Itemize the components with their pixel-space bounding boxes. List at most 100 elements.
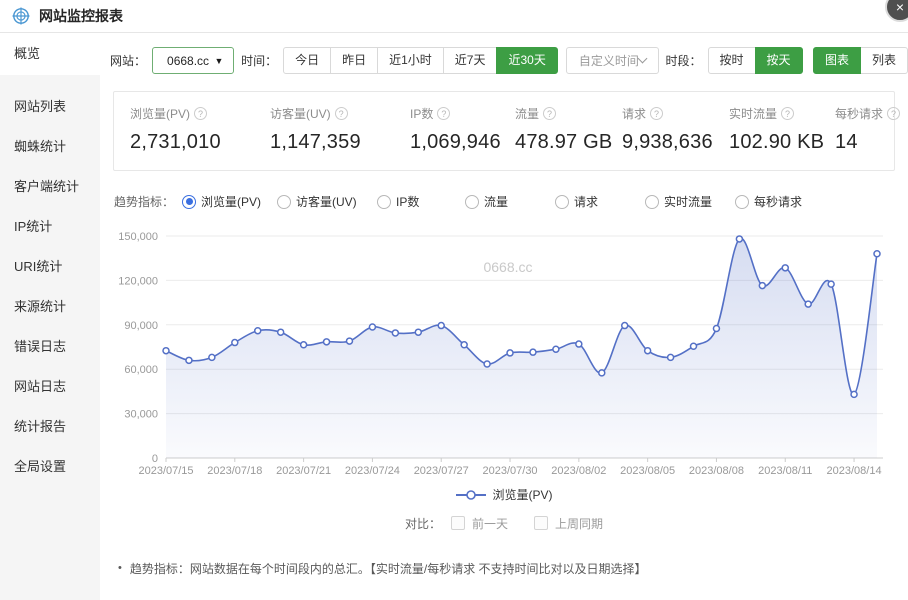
- summary-stats-card: 浏览量(PV)? 2,731,010 访客量(UV)? 1,147,359 IP…: [113, 91, 895, 171]
- sidebar-item-site-log[interactable]: 网站日志: [0, 367, 100, 407]
- help-icon[interactable]: ?: [335, 107, 348, 120]
- svg-text:90,000: 90,000: [124, 320, 158, 332]
- trend-label: 趋势指标：: [114, 193, 174, 210]
- bullet-icon: •: [118, 562, 122, 574]
- radio-icon: [645, 195, 659, 209]
- view-list-button[interactable]: 列表: [860, 47, 908, 74]
- help-icon[interactable]: ?: [543, 107, 556, 120]
- svg-text:150,000: 150,000: [118, 231, 158, 243]
- view-toggle-group: 图表 列表: [813, 47, 908, 74]
- stat-realtime-traffic-label: 实时流量: [729, 105, 777, 122]
- sidebar-item-global-settings[interactable]: 全局设置: [0, 447, 100, 487]
- sidebar: 概览 网站列表 蜘蛛统计 客户端统计 IP统计 URI统计 来源统计 错误日志 …: [0, 33, 100, 600]
- time-today-button[interactable]: 今日: [283, 47, 331, 74]
- svg-text:2023/08/11: 2023/08/11: [758, 465, 812, 477]
- stat-rps-label: 每秒请求: [835, 105, 883, 122]
- stat-traffic: 流量? 478.97 GB: [515, 105, 622, 154]
- stat-traffic-label: 流量: [515, 105, 539, 122]
- globe-icon: [12, 7, 30, 25]
- sidebar-item-site-list[interactable]: 网站列表: [0, 87, 100, 127]
- pv-trend-line-chart[interactable]: 030,00060,00090,000120,000150,0002023/07…: [100, 216, 908, 482]
- trend-metric-selector: 趋势指标： 浏览量(PV) 访客量(UV) IP数 流量 请求 实时流量 每秒请…: [114, 193, 908, 210]
- custom-time-select[interactable]: 自定义时间: [566, 47, 659, 74]
- svg-text:2023/07/15: 2023/07/15: [138, 465, 193, 477]
- stat-ip-label: IP数: [410, 105, 433, 122]
- site-select[interactable]: 0668.cc ▼: [152, 47, 234, 74]
- site-select-value: 0668.cc: [167, 54, 209, 68]
- custom-time-placeholder: 自定义时间: [579, 52, 639, 69]
- compare-prev-day[interactable]: 前一天: [451, 515, 508, 532]
- svg-text:2023/07/24: 2023/07/24: [345, 465, 400, 477]
- radio-icon: [465, 195, 479, 209]
- svg-text:30,000: 30,000: [124, 409, 158, 421]
- stat-uv-label: 访客量(UV): [270, 105, 331, 122]
- trend-radio-ip[interactable]: IP数: [377, 193, 465, 210]
- compare-controls: 对比： 前一天 上周同期: [100, 515, 908, 532]
- legend-label: 浏览量(PV): [492, 486, 552, 503]
- svg-text:2023/07/30: 2023/07/30: [483, 465, 538, 477]
- trend-radio-traffic[interactable]: 流量: [465, 193, 555, 210]
- sidebar-item-error-log[interactable]: 错误日志: [0, 327, 100, 367]
- sidebar-item-client-stats[interactable]: 客户端统计: [0, 167, 100, 207]
- sidebar-item-uri-stats[interactable]: URI统计: [0, 247, 100, 287]
- radio-icon: [277, 195, 291, 209]
- help-icon[interactable]: ?: [194, 107, 207, 120]
- sidebar-item-referrer-stats[interactable]: 来源统计: [0, 287, 100, 327]
- svg-text:2023/08/14: 2023/08/14: [827, 465, 882, 477]
- chart-legend: 浏览量(PV): [100, 486, 908, 504]
- trend-radio-realtime-traffic[interactable]: 实时流量: [645, 193, 735, 210]
- stat-uv: 访客量(UV)? 1,147,359: [270, 105, 410, 154]
- checkbox-icon[interactable]: [451, 516, 465, 530]
- time-last-7-days-button[interactable]: 近7天: [443, 47, 498, 74]
- period-group: 按时 按天: [708, 47, 803, 74]
- site-label: 网站：: [110, 52, 146, 69]
- checkbox-icon[interactable]: [534, 516, 548, 530]
- trend-radio-rps[interactable]: 每秒请求: [735, 193, 802, 210]
- time-range-group: 今日 昨日 近1小时 近7天 近30天: [283, 47, 558, 74]
- sidebar-item-spider-stats[interactable]: 蜘蛛统计: [0, 127, 100, 167]
- radio-icon: [377, 195, 391, 209]
- stat-uv-value: 1,147,359: [270, 131, 410, 154]
- trend-radio-uv[interactable]: 访客量(UV): [277, 193, 377, 210]
- svg-text:0668.cc: 0668.cc: [483, 259, 532, 275]
- radio-icon: [735, 195, 749, 209]
- period-by-day-button[interactable]: 按天: [755, 47, 803, 74]
- footnote-text: 趋势指标：网站数据在每个时间段内的总汇。【实时流量/每秒请求 不支持时间比对以及…: [130, 560, 647, 577]
- stat-pv: 浏览量(PV)? 2,731,010: [130, 105, 270, 154]
- help-icon[interactable]: ?: [887, 107, 900, 120]
- period-by-hour-button[interactable]: 按时: [708, 47, 756, 74]
- legend-item-pv[interactable]: 浏览量(PV): [455, 486, 552, 503]
- view-chart-button[interactable]: 图表: [813, 47, 861, 74]
- sidebar-item-ip-stats[interactable]: IP统计: [0, 207, 100, 247]
- radio-icon: [182, 195, 196, 209]
- main-content: 网站： 0668.cc ▼ 时间： 今日 昨日 近1小时 近7天 近30天 自定…: [100, 47, 908, 577]
- filter-bar: 网站： 0668.cc ▼ 时间： 今日 昨日 近1小时 近7天 近30天 自定…: [110, 47, 908, 74]
- trend-radio-pv[interactable]: 浏览量(PV): [182, 193, 277, 210]
- stat-ip-value: 1,069,946: [410, 131, 515, 154]
- time-last-30-days-button[interactable]: 近30天: [496, 47, 557, 74]
- stat-rps-value: 14: [835, 131, 900, 154]
- help-icon[interactable]: ?: [437, 107, 450, 120]
- stat-ip: IP数? 1,069,946: [410, 105, 515, 154]
- stat-requests-per-second: 每秒请求? 14: [835, 105, 900, 154]
- svg-text:2023/07/27: 2023/07/27: [414, 465, 469, 477]
- stat-pv-label: 浏览量(PV): [130, 105, 190, 122]
- trend-radio-requests[interactable]: 请求: [555, 193, 645, 210]
- footnote: • 趋势指标：网站数据在每个时间段内的总汇。【实时流量/每秒请求 不支持时间比对…: [118, 560, 908, 577]
- svg-text:120,000: 120,000: [118, 275, 158, 287]
- help-icon[interactable]: ?: [650, 107, 663, 120]
- stat-realtime-traffic: 实时流量? 102.90 KB: [729, 105, 835, 154]
- svg-text:60,000: 60,000: [124, 364, 158, 376]
- stat-realtime-traffic-value: 102.90 KB: [729, 131, 835, 154]
- time-last-hour-button[interactable]: 近1小时: [377, 47, 444, 74]
- stat-requests-value: 9,938,636: [622, 131, 729, 154]
- svg-text:2023/08/02: 2023/08/02: [551, 465, 606, 477]
- svg-text:2023/08/05: 2023/08/05: [620, 465, 675, 477]
- sidebar-item-overview[interactable]: 概览: [0, 33, 100, 75]
- compare-same-period-last-week[interactable]: 上周同期: [534, 515, 603, 532]
- time-label: 时间：: [241, 52, 277, 69]
- stat-pv-value: 2,731,010: [130, 131, 270, 154]
- time-yesterday-button[interactable]: 昨日: [330, 47, 378, 74]
- help-icon[interactable]: ?: [781, 107, 794, 120]
- sidebar-item-stats-report[interactable]: 统计报告: [0, 407, 100, 447]
